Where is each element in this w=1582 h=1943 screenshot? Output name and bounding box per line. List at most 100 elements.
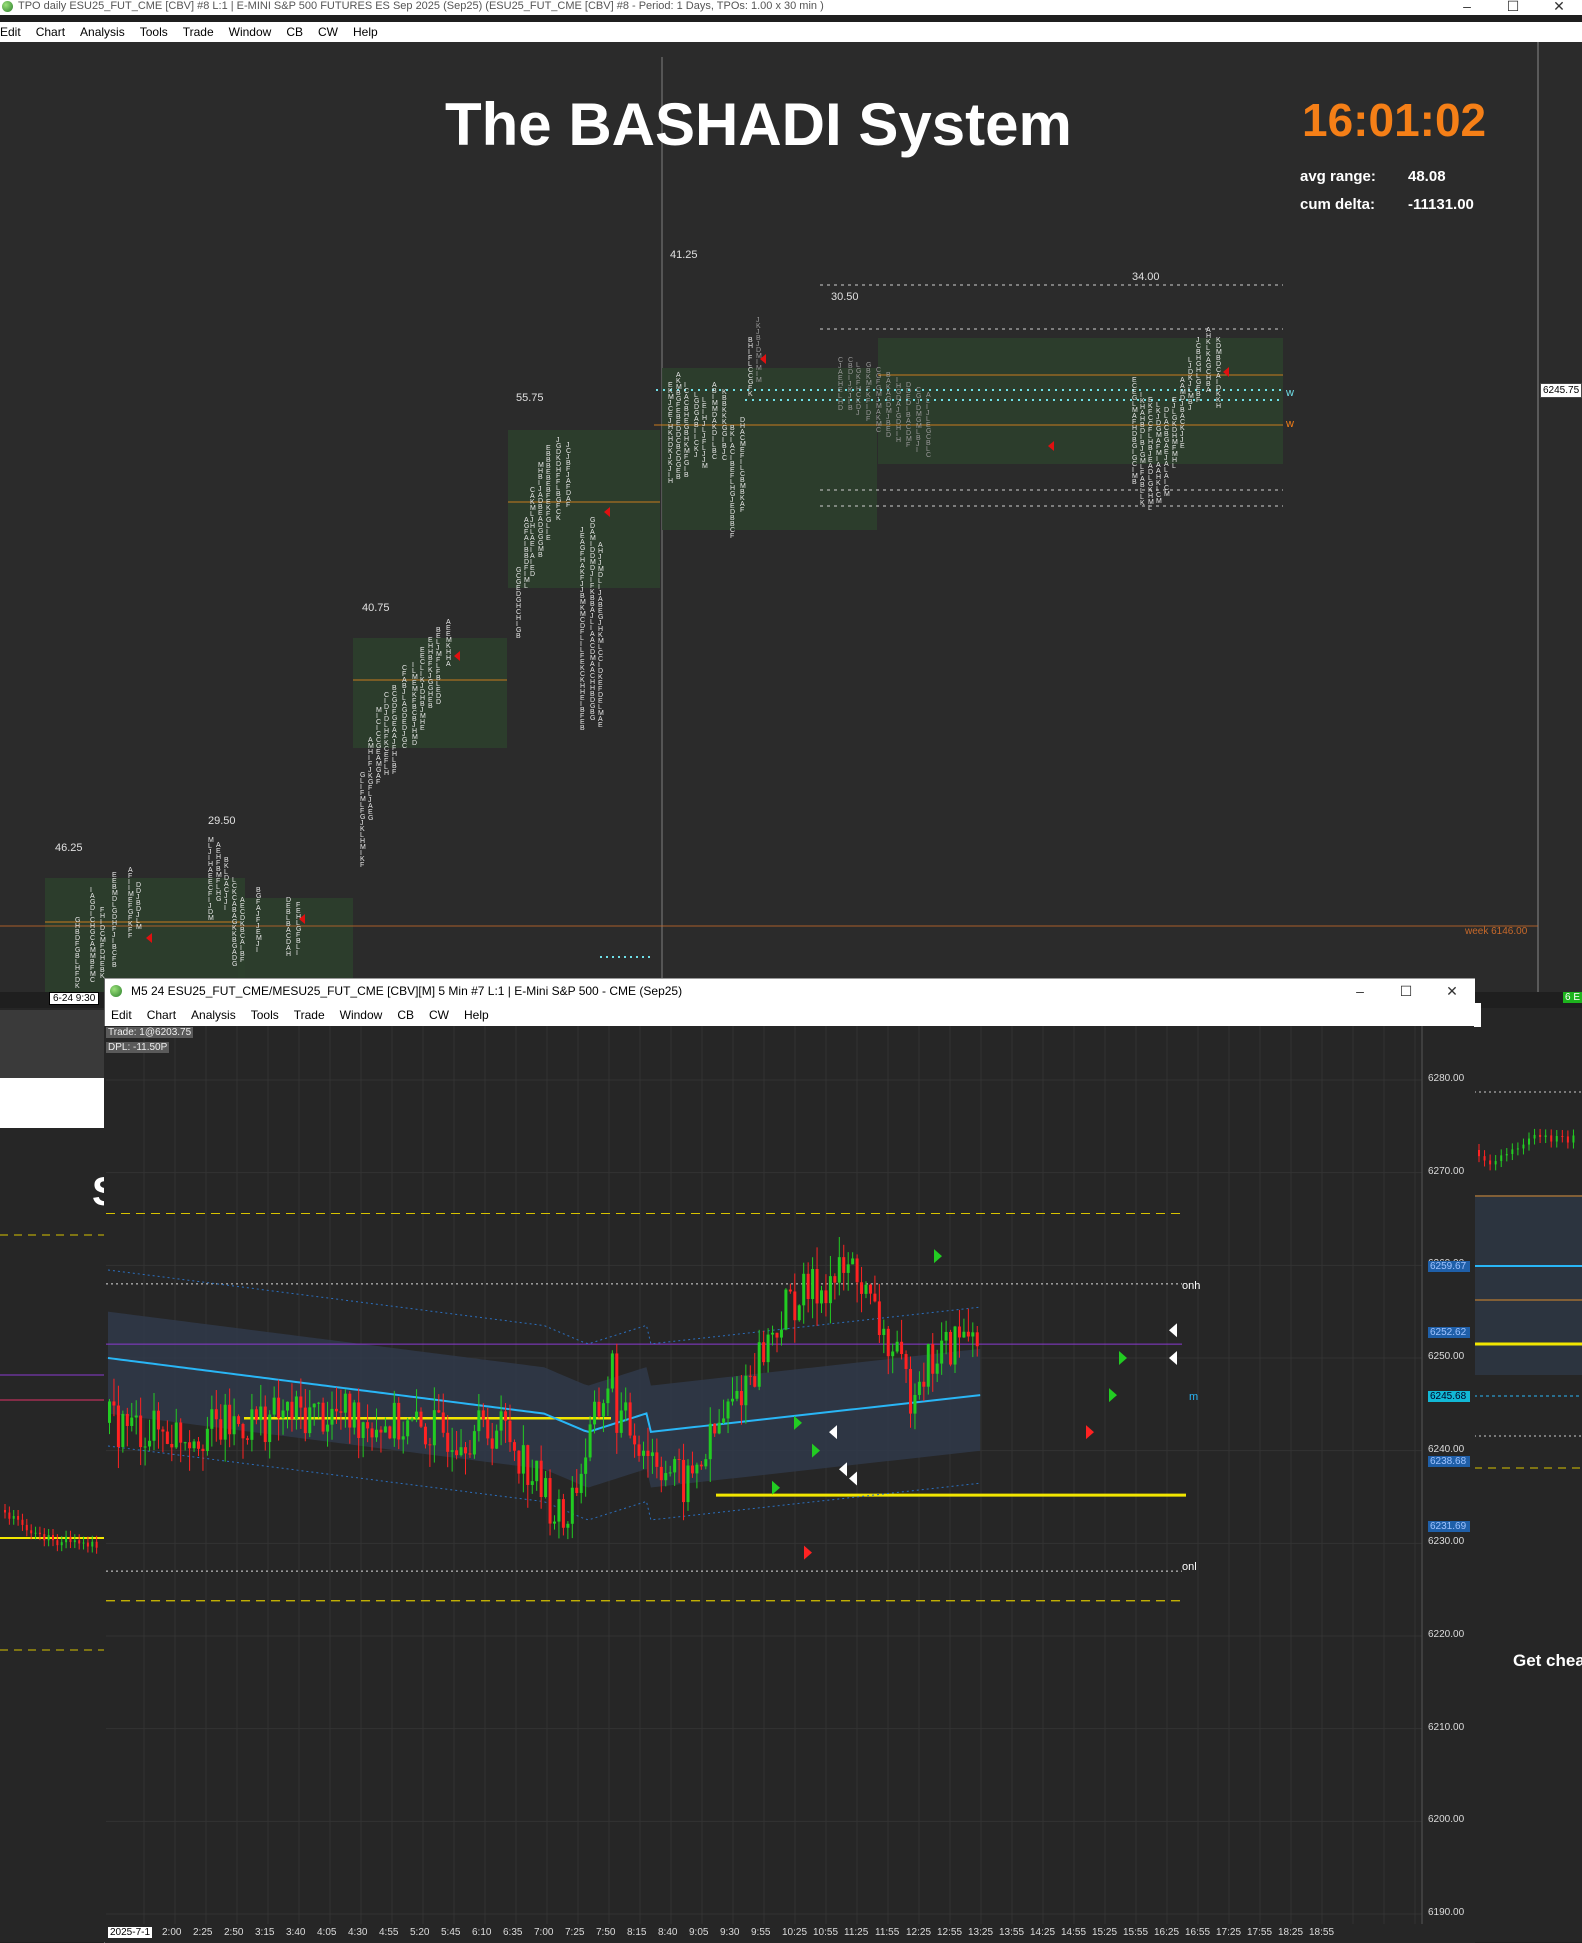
close-icon[interactable]: ✕: [1536, 0, 1582, 15]
bg-candle: [1533, 1134, 1536, 1139]
candle: [116, 1405, 120, 1447]
tpo-menu-chart[interactable]: Chart: [36, 22, 65, 42]
bg-candle: [21, 1519, 24, 1525]
m5-titlebar[interactable]: M5 24 ESU25_FUT_CME/MESU25_FUT_CME [CBV]…: [105, 979, 1475, 1003]
candle: [570, 1487, 574, 1524]
candle: [201, 1448, 205, 1452]
tpo-letter: M: [136, 924, 142, 931]
tpo-letter: M: [1164, 491, 1170, 498]
m5-menu-trade[interactable]: Trade: [294, 1003, 325, 1027]
candle: [624, 1402, 628, 1411]
candle: [170, 1443, 174, 1448]
m5-minimize-icon[interactable]: –: [1337, 979, 1383, 1003]
w-marker-2: w: [1286, 418, 1294, 430]
m5-menu-window[interactable]: Window: [340, 1003, 383, 1027]
candle: [361, 1422, 365, 1438]
tpo-letter: C: [722, 455, 727, 462]
onh-label: onh: [1182, 1280, 1201, 1292]
candle: [895, 1341, 899, 1352]
candle: [259, 1406, 263, 1421]
tpo-letter: C: [90, 977, 95, 984]
bg-candle: [95, 1541, 98, 1548]
candle: [820, 1290, 823, 1304]
time-axis-label: 18:55: [1309, 1927, 1335, 1938]
m5-menu-edit[interactable]: Edit: [111, 1003, 132, 1027]
m5-menu-cb[interactable]: CB: [397, 1003, 414, 1027]
candle: [539, 1460, 543, 1497]
bg-candle: [30, 1530, 33, 1534]
candle: [308, 1407, 312, 1434]
maximize-icon[interactable]: ☐: [1490, 0, 1536, 15]
tpo-letter: B: [1132, 479, 1137, 486]
candle: [606, 1388, 610, 1404]
bg-candle: [34, 1532, 37, 1534]
candle: [375, 1429, 378, 1438]
tpo-letter: E: [1180, 443, 1185, 450]
candle: [530, 1481, 534, 1485]
candle: [668, 1472, 672, 1474]
candle: [197, 1441, 200, 1449]
tpo-letter: I: [296, 950, 298, 957]
tpo-menu-trade[interactable]: Trade: [183, 22, 214, 42]
candle: [753, 1376, 757, 1387]
candle: [156, 1410, 160, 1430]
tpo-letter: K: [556, 515, 561, 522]
candle: [161, 1429, 165, 1432]
candle: [846, 1264, 850, 1273]
candle: [517, 1450, 521, 1474]
bg-candle: [38, 1532, 41, 1535]
candle: [877, 1301, 881, 1336]
time-axis-label: 2:50: [224, 1927, 244, 1938]
m5-menu-tools[interactable]: Tools: [251, 1003, 279, 1027]
candle: [917, 1381, 921, 1395]
m5-menu-cw[interactable]: CW: [429, 1003, 449, 1027]
tpo-menu-tools[interactable]: Tools: [140, 22, 168, 42]
m5-menu-chart[interactable]: Chart: [147, 1003, 176, 1027]
range-label-2: 29.50: [208, 815, 236, 827]
candle: [472, 1431, 476, 1455]
tpo-letter: B: [538, 552, 543, 559]
tpo-titlebar[interactable]: TPO daily ESU25_FUT_CME [CBV] #8 L:1 | E…: [0, 0, 1582, 15]
candle: [717, 1422, 721, 1434]
candle: [628, 1402, 632, 1436]
candle: [125, 1413, 129, 1426]
minimize-icon[interactable]: –: [1444, 0, 1490, 14]
candle: [731, 1398, 734, 1402]
bg-candle: [1566, 1136, 1569, 1143]
candle: [579, 1473, 583, 1493]
m5-time-axis[interactable]: 2025-7-1 2:00 2:25 2:50 3:15 3:40 4:05 4:30 4:55…: [104, 1924, 1474, 1942]
tpo-letter: M: [1156, 498, 1162, 505]
candle: [971, 1332, 975, 1337]
m5-chart[interactable]: [104, 1026, 1474, 1942]
tpo-letter: H: [896, 437, 901, 444]
cum-delta-label: cum delta:: [1300, 196, 1376, 213]
m5-close-icon[interactable]: ✕: [1429, 979, 1475, 1003]
candle: [205, 1428, 209, 1452]
tpo-menu-cb[interactable]: CB: [286, 22, 303, 42]
candle: [468, 1453, 472, 1455]
tpo-menu-window[interactable]: Window: [229, 22, 272, 42]
bg-candle: [91, 1541, 94, 1547]
m5-menu-help[interactable]: Help: [464, 1003, 489, 1027]
tpo-menu-analysis[interactable]: Analysis: [80, 22, 125, 42]
time-axis-label: 3:15: [255, 1927, 275, 1938]
candle: [779, 1329, 783, 1338]
tpo-menu-edit[interactable]: Edit: [0, 22, 21, 42]
tpo-menu-help[interactable]: Help: [353, 22, 378, 42]
candle: [228, 1404, 232, 1435]
time-axis-label: 14:55: [1061, 1927, 1087, 1938]
tpo-menu-cw[interactable]: CW: [318, 22, 338, 42]
time-axis-label: 17:55: [1247, 1927, 1273, 1938]
m5-maximize-icon[interactable]: ☐: [1383, 979, 1429, 1003]
tpo-letter: J: [1188, 405, 1192, 412]
time-axis-label: 13:55: [999, 1927, 1025, 1938]
candle: [744, 1375, 748, 1406]
candle: [143, 1446, 147, 1448]
candle: [824, 1290, 828, 1304]
tpo-letter: D: [838, 405, 843, 412]
m5-menu-analysis[interactable]: Analysis: [191, 1003, 236, 1027]
candle: [535, 1460, 539, 1482]
bg-candle: [73, 1540, 76, 1543]
background-left-white: [0, 1078, 104, 1128]
background-left-strip: [0, 1010, 104, 1078]
